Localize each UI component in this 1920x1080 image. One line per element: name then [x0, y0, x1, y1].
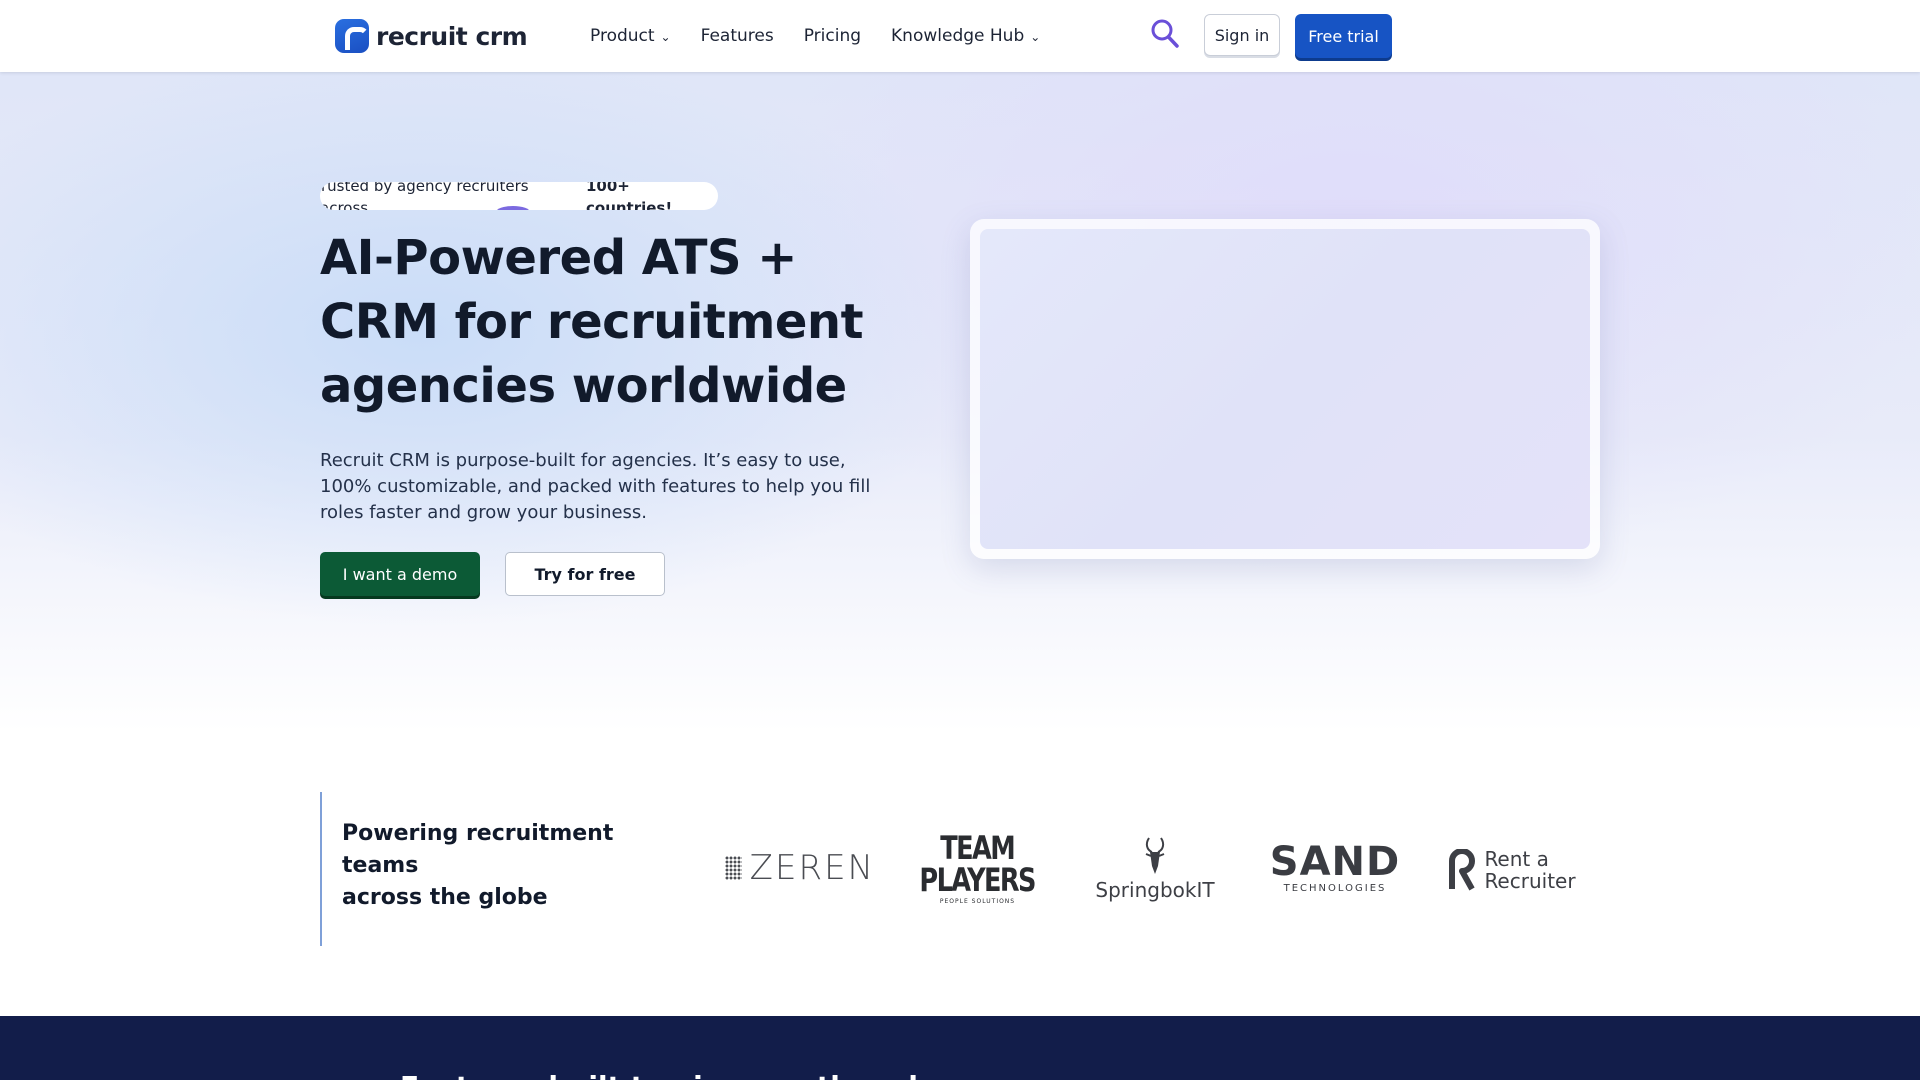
springbokit-logo: SpringbokIT	[1090, 836, 1220, 902]
team-players-tagline: PEOPLE SOLUTIONS	[939, 897, 1016, 905]
clients-heading: Powering recruitment teams across the gl…	[342, 818, 642, 914]
rent-a-recruiter-wordmark: Rent a Recruiter	[1484, 848, 1575, 892]
demo-button[interactable]: I want a demo	[320, 552, 480, 596]
team-players-line1: TEAM	[940, 828, 1016, 867]
trust-count: 100+ countries!	[586, 182, 673, 210]
hero-title: AI-Powered ATS + CRM for recruitment age…	[320, 230, 864, 414]
rent-a-recruiter-mark-icon	[1449, 849, 1476, 891]
sand-technologies-logo: SAND TECHNOLOGIES	[1270, 842, 1400, 894]
clients-heading-line2: across the globe	[342, 885, 548, 910]
springbok-head-icon	[1145, 837, 1165, 874]
sand-wordmark: SAND	[1269, 838, 1401, 885]
main-nav: Product ⌄ Features Pricing Knowledge Hub…	[590, 0, 1070, 72]
logo-text: recruit crm	[376, 21, 528, 51]
nav-pricing[interactable]: Pricing	[804, 26, 861, 46]
nav-pricing-label: Pricing	[803, 26, 862, 46]
rent-a-recruiter-line2: Recruiter	[1484, 869, 1576, 893]
nav-product-label: Product	[590, 26, 655, 46]
team-players-line2: PLAYERS	[919, 860, 1037, 899]
hero-description: Recruit CRM is purpose-built for agencie…	[320, 450, 871, 523]
nav-features[interactable]: Features	[701, 26, 774, 46]
zeren-grid-icon	[725, 856, 742, 880]
nav-knowledge-hub[interactable]: Knowledge Hub ⌄	[891, 26, 1040, 46]
site-header: recruit crm Product ⌄ Features Pricing K…	[0, 0, 1920, 72]
try-for-free-button[interactable]: Try for free	[505, 552, 665, 596]
nav-knowledge-hub-label: Knowledge Hub	[891, 26, 1025, 46]
search-button[interactable]	[1150, 18, 1180, 50]
zeren-logo: ZEREN	[725, 848, 875, 888]
features-section: Features built to give you the edge	[0, 1016, 1920, 1080]
clients-heading-block: Powering recruitment teams across the gl…	[320, 792, 620, 946]
chevron-down-icon: ⌄	[660, 30, 671, 44]
nav-product[interactable]: Product ⌄	[590, 26, 671, 46]
rent-a-recruiter-logo: Rent a Recruiter	[1442, 846, 1582, 894]
chevron-down-icon: ⌄	[1030, 30, 1041, 44]
springbokit-wordmark: SpringbokIT	[1095, 878, 1215, 902]
hero-section	[0, 72, 1920, 732]
hero-media-frame	[970, 219, 1600, 559]
rent-a-recruiter-line1: Rent a	[1484, 847, 1549, 871]
hero-media-placeholder	[980, 229, 1590, 549]
trust-badge: Trusted by agency recruiters across 100+…	[320, 182, 718, 210]
logo-mark-icon	[335, 19, 369, 53]
clients-heading-line1: Powering recruitment teams	[342, 821, 614, 878]
nav-features-label: Features	[700, 26, 774, 46]
team-players-logo: TEAM PLAYERS PEOPLE SOLUTIONS	[919, 828, 1037, 906]
sign-in-button[interactable]: Sign in	[1204, 14, 1280, 56]
recruit-crm-logo[interactable]: recruit crm	[335, 18, 528, 54]
free-trial-button[interactable]: Free trial	[1295, 14, 1392, 58]
sand-tagline: TECHNOLOGIES	[1283, 882, 1387, 894]
zeren-wordmark: ZEREN	[749, 848, 875, 888]
features-heading: Features built to give you the edge	[400, 1070, 1100, 1080]
search-icon	[1151, 19, 1179, 48]
